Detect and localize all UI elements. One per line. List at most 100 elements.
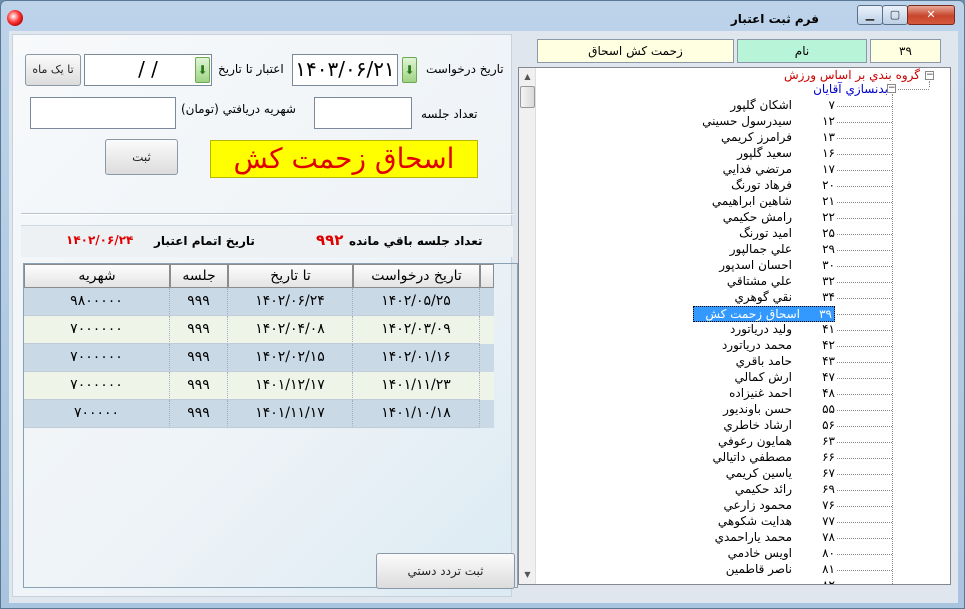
tree-line: [837, 394, 892, 395]
maximize-icon[interactable]: ▢: [882, 5, 908, 25]
tree-item-name[interactable]: حامد باقري: [736, 354, 792, 368]
tree-line: [837, 458, 892, 459]
valid-until-dropdown-icon[interactable]: ⬇: [195, 57, 210, 83]
client-area: تاريخ درخواست ۱۴۰۳/۰۶/۲۱ ⬇ اعتبار تا تار…: [9, 31, 958, 603]
member-panel: زحمت کش اسحاق نام ۳۹ ▲ ▼ − گروه بندي بر ا…: [518, 34, 957, 600]
scroll-up-icon[interactable]: ▲: [520, 69, 535, 85]
tree-line: [837, 138, 892, 139]
tree-item-num: ۲۱: [822, 194, 835, 208]
tree-line: [837, 298, 892, 299]
table-row[interactable]: ۷۰۰۰۰۰۰ ۹۹۹ ۱۴۰۲/۰۴/۰۸ ۱۴۰۲/۰۳/۰۹: [24, 316, 494, 344]
tree-item-name[interactable]: حسن باونديور: [723, 402, 792, 416]
manual-entry-button[interactable]: ثبت تردد دستي: [376, 553, 515, 589]
valid-until-value: / /: [138, 57, 158, 81]
tree-item-name[interactable]: نقي گوهري: [735, 290, 792, 304]
tree-item-num: ۴۷: [822, 370, 835, 384]
tree-item-name[interactable]: سعيد گلپور: [737, 146, 792, 160]
request-date-dropdown-icon[interactable]: ⬇: [402, 57, 417, 83]
tree-item-name[interactable]: اويس خادمي: [728, 546, 792, 560]
tree-item-name[interactable]: اشکان گلپور: [730, 98, 792, 112]
col-sessions[interactable]: جلسه: [170, 264, 228, 288]
tree-item-name[interactable]: محمد ياراحمدي: [715, 530, 792, 544]
tree-line: [837, 506, 892, 507]
summary-band: تعداد جلسه باقي مانده ۹۹۲ تاريخ اتمام اع…: [21, 225, 513, 257]
expiry-date-value: ۱۴۰۲/۰۶/۲۴: [66, 233, 134, 247]
tree-item-name[interactable]: مصطفي داتيالي: [712, 450, 792, 464]
credit-history-table[interactable]: شهريه جلسه تا تاريخ تاريخ درخواست ۹۸۰۰۰۰…: [23, 263, 518, 588]
tree-item-name[interactable]: شاهين ابراهيمي: [712, 194, 792, 208]
tree-item-num: ۷: [828, 98, 835, 112]
request-date-field[interactable]: ۱۴۰۳/۰۶/۲۱: [292, 54, 398, 86]
table-row[interactable]: ۷۰۰۰۰۰۰ ۹۹۹ ۱۴۰۲/۰۲/۱۵ ۱۴۰۲/۰۱/۱۶: [24, 344, 494, 372]
tree-line: [837, 410, 892, 411]
fee-label: شهريه دريافتي (تومان): [181, 102, 296, 116]
tree-item-name[interactable]: فرهاد تورنگ: [731, 178, 792, 192]
tree-item-num: ۶۳: [822, 434, 835, 448]
tree-root-label[interactable]: گروه بندي بر اساس ورزش: [784, 68, 920, 82]
tree-item-name[interactable]: ناصر قاطمين: [726, 562, 792, 576]
col-request-date[interactable]: تاريخ درخواست: [353, 264, 480, 288]
tree-item-name[interactable]: اميد تورنگ: [739, 226, 792, 240]
tree-item-num: ۷۶: [822, 498, 835, 512]
tree-item-num: ۴۲: [822, 338, 835, 352]
tree-line: [837, 266, 892, 267]
tree-line: [837, 282, 892, 283]
tree-item-num: ۱۳: [822, 130, 835, 144]
tree-line: [837, 218, 892, 219]
tree-line: [837, 362, 892, 363]
tree-item-name[interactable]: همايون رعوفي: [718, 434, 792, 448]
tree-line: [837, 490, 892, 491]
tree-scrollbar[interactable]: ▲ ▼: [519, 68, 536, 584]
tree-item-name[interactable]: مرتضي فدايي: [723, 162, 792, 176]
tree-item-name[interactable]: احسان اسدپور: [719, 258, 792, 272]
tree-item-name[interactable]: محمد درياتورد: [722, 338, 792, 352]
tree-item-name[interactable]: ارشاد خاطري: [723, 418, 792, 432]
submit-button[interactable]: ثبت: [105, 139, 178, 175]
divider: [21, 213, 513, 215]
tree-item-name[interactable]: فرامرز کريمي: [721, 130, 792, 144]
tree-item-selected[interactable]: ۳۹ اسحاق زحمت کش: [693, 306, 835, 322]
tree-item-name[interactable]: علي جمالپور: [730, 242, 792, 256]
member-tree[interactable]: ▲ ▼ − گروه بندي بر اساس ورزش − بدنسازي آقاي…: [518, 67, 951, 585]
tree-group-label[interactable]: بدنسازي آقايان: [813, 82, 888, 96]
remaining-sessions-label: تعداد جلسه باقي مانده: [349, 234, 483, 248]
fee-input[interactable]: [30, 97, 176, 129]
tree-item-name[interactable]: رائد حکيمي: [735, 482, 792, 496]
title-bar[interactable]: فرم ثبت اعتبار ▁ ▢ ✕: [1, 1, 964, 33]
tree-item-num: ۳۹: [819, 307, 832, 321]
col-fee[interactable]: شهريه: [24, 264, 170, 288]
collapse-root-icon[interactable]: −: [925, 71, 934, 80]
member-name-label: نام: [737, 39, 867, 63]
one-month-button[interactable]: تا يک ماه: [25, 54, 81, 86]
tree-item-name[interactable]: ارش کمالي: [734, 370, 792, 384]
tree-line: [837, 554, 892, 555]
minimize-icon[interactable]: ▁: [857, 5, 883, 25]
valid-until-field[interactable]: / /: [84, 54, 212, 86]
credit-form-panel: تاريخ درخواست ۱۴۰۳/۰۶/۲۱ ⬇ اعتبار تا تار…: [12, 34, 518, 597]
tree-item-name[interactable]: هدايت شکوهي: [718, 514, 792, 528]
tree-item-name[interactable]: محمود زارعي: [723, 498, 792, 512]
tree-item-name[interactable]: وليد درياتورد: [730, 322, 792, 336]
tree-item-num: ۸۰: [822, 546, 835, 560]
scroll-thumb[interactable]: [520, 86, 535, 108]
table-row[interactable]: ۷۰۰۰۰۰۰ ۹۹۹ ۱۴۰۱/۱۲/۱۷ ۱۴۰۱/۱۱/۲۳: [24, 372, 494, 400]
table-row[interactable]: ۷۰۰۰۰۰ ۹۹۹ ۱۴۰۱/۱۱/۱۷ ۱۴۰۱/۱۰/۱۸: [24, 400, 494, 428]
member-name-field[interactable]: زحمت کش اسحاق: [537, 39, 734, 63]
tree-item-num: ۷۷: [822, 514, 835, 528]
table-row[interactable]: ۹۸۰۰۰۰۰ ۹۹۹ ۱۴۰۲/۰۶/۲۴ ۱۴۰۲/۰۵/۲۵: [24, 288, 494, 316]
tree-line: [837, 442, 892, 443]
member-id-field[interactable]: ۳۹: [870, 39, 941, 63]
tree-line: [837, 346, 892, 347]
tree-item-name[interactable]: احمد غنيزاده: [729, 386, 792, 400]
tree-item-name[interactable]: رامش حکيمي: [723, 210, 792, 224]
tree-item-num: ۵۵: [822, 402, 835, 416]
sessions-input[interactable]: [314, 97, 412, 129]
tree-item-name[interactable]: سيدرسول حسيني: [702, 114, 792, 128]
col-to-date[interactable]: تا تاريخ: [228, 264, 353, 288]
collapse-group-icon[interactable]: −: [887, 84, 896, 93]
scroll-down-icon[interactable]: ▼: [520, 567, 535, 583]
tree-item-name[interactable]: ياسين کريمي: [726, 466, 792, 480]
close-icon[interactable]: ✕: [907, 5, 955, 25]
tree-item-name[interactable]: علي مشتاقي: [727, 274, 792, 288]
tree-line: [837, 522, 892, 523]
